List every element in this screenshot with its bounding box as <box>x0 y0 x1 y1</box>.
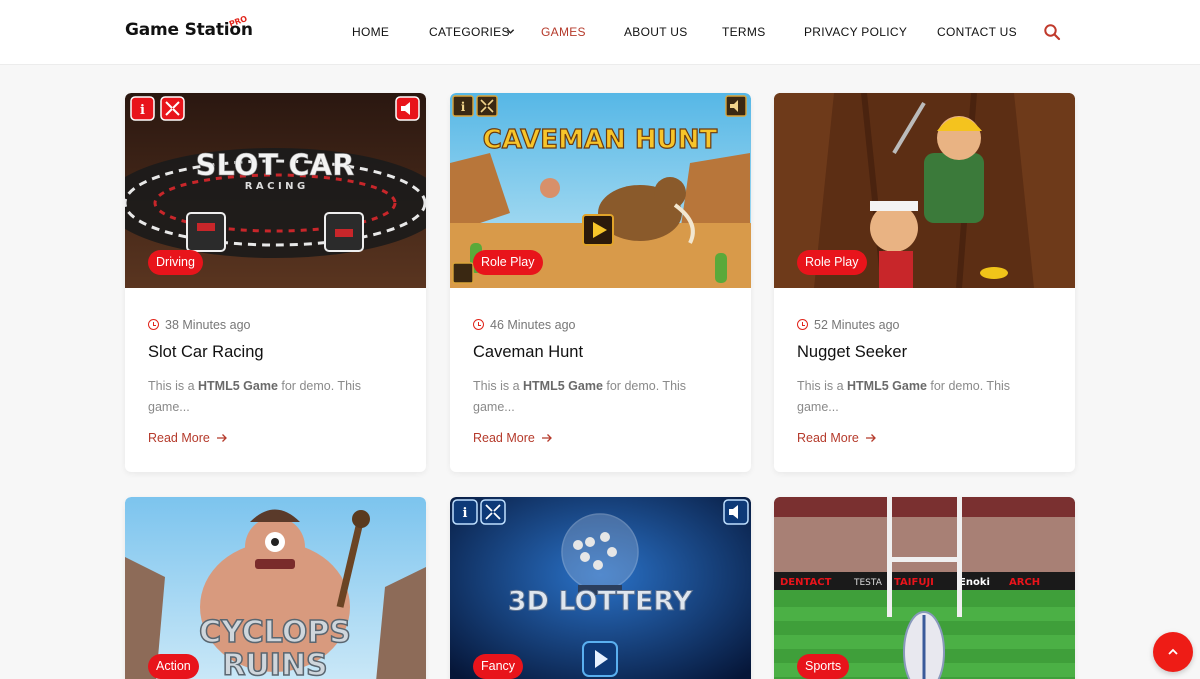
game-card[interactable]: 3D LOTTERY i Fancy <box>450 497 751 679</box>
game-thumbnail[interactable]: 3D LOTTERY i Fancy <box>450 497 751 679</box>
game-title[interactable]: Caveman Hunt <box>473 343 583 362</box>
nav-privacy-policy[interactable]: PRIVACY POLICY <box>804 25 907 39</box>
thumb-subtitle-text: RUINS <box>222 648 327 679</box>
game-card[interactable]: DENTACT TESTA TAIFUJI Enoki ARCH Sports <box>774 497 1075 679</box>
game-thumbnail[interactable]: SLOT CAR R A C I N G i Driving <box>125 93 426 288</box>
category-badge[interactable]: Driving <box>148 250 203 275</box>
nav-contact-us[interactable]: CONTACT US <box>937 25 1017 39</box>
clock-icon <box>797 319 808 330</box>
clock-icon <box>148 319 159 330</box>
game-thumbnail[interactable]: Role Play <box>774 93 1075 288</box>
game-excerpt: This is a HTML5 Game for demo. This game… <box>473 379 687 414</box>
game-thumbnail[interactable]: CAVEMAN HUNT i Role Play <box>450 93 751 288</box>
chevron-down-icon[interactable] <box>506 27 515 36</box>
arrow-right-icon <box>542 434 553 442</box>
nav-home[interactable]: HOME <box>352 25 389 39</box>
back-to-top-button[interactable] <box>1153 632 1193 672</box>
nav-about-us[interactable]: ABOUT US <box>624 25 688 39</box>
thumb-ad-text: DENTACT <box>780 577 832 588</box>
svg-text:i: i <box>140 103 145 118</box>
svg-text:i: i <box>461 100 466 114</box>
thumb-subtitle-text: R A C I N G <box>245 181 305 192</box>
site-logo[interactable]: Game Station PRO <box>125 14 253 40</box>
game-excerpt: This is a HTML5 Game for demo. This game… <box>148 379 362 414</box>
category-badge[interactable]: Action <box>148 654 199 679</box>
search-icon[interactable] <box>1043 23 1061 41</box>
game-excerpt: This is a HTML5 Game for demo. This game… <box>797 379 1011 414</box>
game-thumbnail[interactable]: DENTACT TESTA TAIFUJI Enoki ARCH Sports <box>774 497 1075 679</box>
nav-categories[interactable]: CATEGORIES <box>429 25 510 39</box>
read-more-link[interactable]: Read More <box>473 431 553 445</box>
thumb-title-text: CYCLOPS <box>199 615 351 650</box>
chevron-up-icon <box>1168 648 1178 655</box>
thumb-ad-text: TAIFUJI <box>894 577 934 588</box>
game-card[interactable]: Role Play 52 Minutes ago Nugget Seeker T… <box>774 93 1075 472</box>
arrow-right-icon <box>217 434 228 442</box>
nav-games[interactable]: GAMES <box>541 25 586 39</box>
post-time: 46 Minutes ago <box>473 318 575 332</box>
thumb-title-text: 3D LOTTERY <box>508 586 693 617</box>
thumb-ad-text: TESTA <box>853 578 883 588</box>
thumb-title-text: CAVEMAN HUNT <box>483 125 718 155</box>
thumb-ad-text: Enoki <box>959 577 990 588</box>
category-badge[interactable]: Role Play <box>797 250 867 275</box>
thumb-ad-text: ARCH <box>1009 577 1040 588</box>
category-badge[interactable]: Role Play <box>473 250 543 275</box>
game-title[interactable]: Slot Car Racing <box>148 343 264 362</box>
clock-icon <box>473 319 484 330</box>
site-header: Game Station PRO HOME CATEGORIES GAMES A… <box>0 0 1200 65</box>
post-time: 38 Minutes ago <box>148 318 250 332</box>
read-more-link[interactable]: Read More <box>148 431 228 445</box>
game-thumbnail[interactable]: CYCLOPS RUINS Action <box>125 497 426 679</box>
arrow-right-icon <box>866 434 877 442</box>
post-time: 52 Minutes ago <box>797 318 899 332</box>
game-title[interactable]: Nugget Seeker <box>797 343 907 362</box>
game-card[interactable]: SLOT CAR R A C I N G i Driving 38 Minute… <box>125 93 426 472</box>
nav-terms[interactable]: TERMS <box>722 25 766 39</box>
category-badge[interactable]: Sports <box>797 654 850 679</box>
game-card[interactable]: CAVEMAN HUNT i Role Play 46 Minutes ago … <box>450 93 751 472</box>
read-more-link[interactable]: Read More <box>797 431 877 445</box>
game-card[interactable]: CYCLOPS RUINS Action <box>125 497 426 679</box>
category-badge[interactable]: Fancy <box>473 654 524 679</box>
thumb-title-text: SLOT CAR <box>196 148 355 182</box>
svg-text:i: i <box>463 506 468 521</box>
